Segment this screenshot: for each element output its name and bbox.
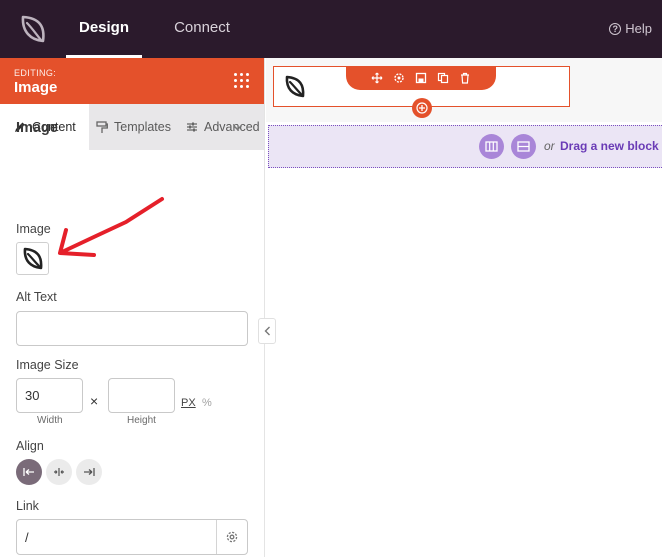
top-bar: Design Connect ? Help — [0, 0, 662, 58]
section-title[interactable]: Image — [16, 120, 58, 136]
sliders-icon — [187, 122, 197, 132]
duplicate-icon[interactable] — [437, 72, 450, 85]
align-right-icon — [84, 468, 95, 476]
plus-circle-icon — [416, 102, 428, 114]
image-size-label: Image Size — [16, 358, 79, 372]
seedprod-logo-icon[interactable] — [14, 12, 50, 46]
link-label: Link — [16, 499, 39, 513]
times-symbol: × — [90, 393, 99, 409]
chevron-down-icon[interactable] — [232, 122, 243, 133]
drop-zone[interactable]: or Drag a new block here — [268, 125, 662, 168]
width-input[interactable]: 30 — [16, 378, 83, 413]
link-input[interactable]: / — [16, 519, 248, 555]
align-left-icon — [23, 468, 34, 476]
help-link[interactable]: ? Help — [609, 0, 652, 58]
tab-connect[interactable]: Connect — [164, 0, 240, 58]
red-arrow-annotation — [58, 197, 164, 257]
drop-hint-text: Drag a new block here — [560, 139, 662, 153]
image-field-label: Image — [16, 222, 51, 236]
gear-icon — [226, 531, 238, 543]
leaf-icon — [285, 75, 305, 98]
block-toolbar — [346, 66, 496, 90]
columns-icon — [485, 141, 498, 152]
row-icon — [517, 141, 530, 152]
align-center-icon — [54, 468, 64, 476]
drop-or-text: or — [544, 139, 555, 153]
alt-text-label: Alt Text — [16, 290, 57, 304]
editing-label: EDITING: — [14, 68, 57, 78]
tab-design[interactable]: Design — [66, 0, 142, 58]
align-label: Align — [16, 439, 44, 453]
tab-templates-label: Templates — [114, 120, 171, 134]
height-caption: Height — [127, 415, 156, 426]
add-block-button[interactable] — [412, 98, 432, 118]
save-icon[interactable] — [415, 72, 428, 85]
add-row-button[interactable] — [511, 134, 536, 159]
add-columns-button[interactable] — [479, 134, 504, 159]
move-icon[interactable] — [371, 72, 384, 85]
unit-percent-option[interactable]: % — [202, 397, 212, 409]
alt-text-input[interactable] — [16, 311, 248, 346]
help-label: Help — [625, 21, 652, 36]
chevron-left-icon — [264, 326, 270, 336]
leaf-icon — [23, 247, 43, 270]
paint-roller-icon — [96, 120, 108, 133]
height-input[interactable] — [108, 378, 175, 413]
unit-px-option[interactable]: PX — [181, 397, 196, 409]
editing-header: EDITING: Image — [0, 58, 264, 104]
align-center-button[interactable] — [46, 459, 72, 485]
collapse-panel-button[interactable] — [258, 318, 276, 344]
drag-grip-icon[interactable] — [234, 73, 250, 89]
tab-templates[interactable]: Templates — [96, 104, 171, 150]
align-left-button[interactable] — [16, 459, 42, 485]
image-picker[interactable] — [16, 242, 49, 275]
tab-advanced[interactable]: Advanced — [186, 104, 260, 150]
trash-icon[interactable] — [459, 72, 472, 85]
width-caption: Width — [37, 415, 63, 426]
align-right-button[interactable] — [76, 459, 102, 485]
help-circle-icon: ? — [609, 23, 622, 35]
editing-title: Image — [14, 79, 58, 96]
settings-icon[interactable] — [393, 72, 406, 85]
link-settings-button[interactable] — [216, 520, 247, 554]
